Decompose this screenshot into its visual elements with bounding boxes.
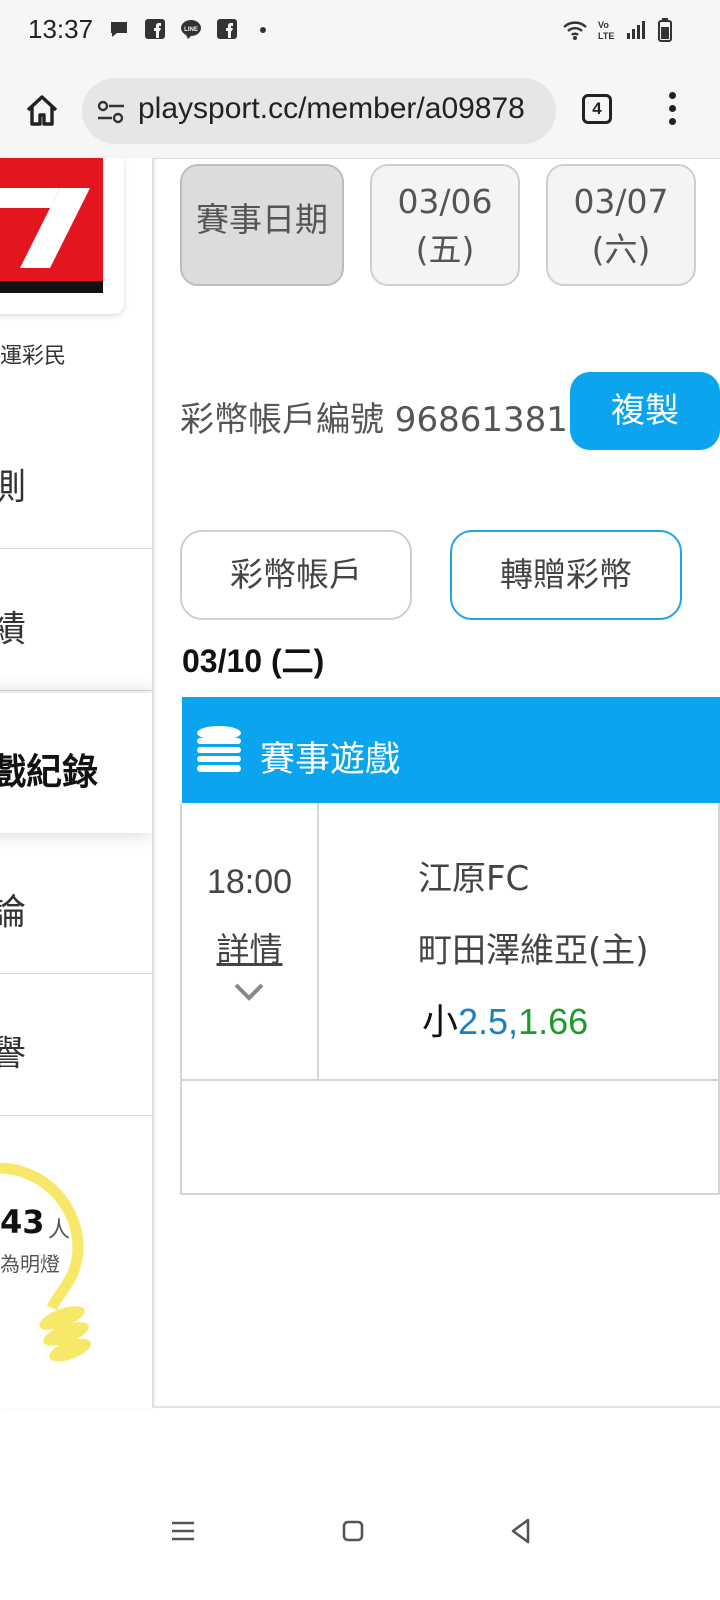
status-bar: 13:37 LINE Vo LTE xyxy=(0,0,720,64)
game-section-header: 賽事遊戲 xyxy=(182,697,720,803)
sidebar-item-record[interactable]: 績 xyxy=(0,550,152,691)
light-count: 43 xyxy=(0,1203,45,1241)
browser-address-bar: playsport.cc/member/a09878 4 xyxy=(0,64,720,159)
sidebar-item-label: 績 xyxy=(0,600,26,652)
sidebar-item-label: 戲紀錄 xyxy=(0,752,99,793)
light-count-unit: 人 xyxy=(48,1218,71,1243)
pick-side: 小 xyxy=(422,1001,459,1042)
url-text: playsport.cc/member/a09878 xyxy=(138,92,525,125)
more-menu-icon[interactable] xyxy=(666,92,678,132)
back-icon[interactable] xyxy=(504,1514,538,1548)
light-caption: 為明燈 xyxy=(0,1252,60,1276)
pick-odds: 小2.5,1.66 xyxy=(422,993,588,1045)
sidebar-item-label: 譽 xyxy=(0,1025,26,1077)
dot-icon xyxy=(260,27,266,33)
content-bottom-border xyxy=(152,1406,720,1408)
site-settings-icon[interactable] xyxy=(96,98,126,126)
sidebar: 運彩民 測 績 戲紀錄 論 譽 43 人 為明燈 xyxy=(0,158,154,1408)
date-tab-0306[interactable]: 03/06 (五) xyxy=(370,164,520,286)
wifi-icon xyxy=(563,21,587,40)
coin-stack-icon xyxy=(197,726,241,772)
table-row: 18:00 詳情 江原FC 町田澤維亞(主) 小2.5,1.66 xyxy=(182,803,720,1081)
user-avatar-card[interactable] xyxy=(0,158,124,314)
url-field[interactable]: playsport.cc/member/a09878 xyxy=(82,78,556,144)
facebook-icon xyxy=(217,19,237,39)
avatar-logo xyxy=(0,158,103,293)
chat-bubble-icon xyxy=(111,22,127,37)
svg-text:Vo: Vo xyxy=(598,20,609,30)
signal-icon xyxy=(627,21,645,39)
sidebar-item-reputation[interactable]: 譽 xyxy=(0,975,152,1116)
home-team: 町田澤維亞(主) xyxy=(418,931,649,971)
user-label: 運彩民 xyxy=(0,344,67,369)
sidebar-item-discussion[interactable]: 論 xyxy=(0,833,152,974)
home-nav-icon[interactable] xyxy=(336,1514,370,1548)
account-number: 彩幣帳戶編號 96861381 xyxy=(180,400,568,440)
sidebar-item-game-history[interactable]: 戲紀錄 xyxy=(0,693,152,833)
game-date-heading: 03/10 (二) xyxy=(182,643,325,679)
volte-icon: VoLTE xyxy=(598,20,614,41)
date-tab-text: 賽事日期 xyxy=(196,200,328,239)
pick-price: 1.66 xyxy=(518,1001,589,1042)
match-time-cell: 18:00 詳情 xyxy=(182,803,319,1079)
date-tab-date: 03/07 xyxy=(573,182,669,221)
details-link[interactable]: 詳情 xyxy=(182,923,317,971)
date-tab-weekday: (五) xyxy=(415,230,475,269)
away-team: 江原FC xyxy=(418,859,530,899)
coin-account-button[interactable]: 彩幣帳戶 xyxy=(180,530,412,620)
date-tab-weekday: (六) xyxy=(591,230,651,269)
date-tab-label[interactable]: 賽事日期 xyxy=(180,164,344,286)
sidebar-item-predict[interactable]: 測 xyxy=(0,408,152,549)
notification-icons: LINE xyxy=(108,18,274,40)
copy-button[interactable]: 複製 xyxy=(570,372,720,450)
sidebar-item-label: 測 xyxy=(0,458,26,510)
match-time: 18:00 xyxy=(206,863,293,901)
date-tab-0307[interactable]: 03/07 (六) xyxy=(546,164,696,286)
date-tab-date: 03/06 xyxy=(397,182,493,221)
status-time: 13:37 xyxy=(28,14,94,44)
facebook-icon xyxy=(145,19,165,39)
svg-text:LTE: LTE xyxy=(598,31,614,41)
svg-text:LINE: LINE xyxy=(184,27,198,33)
logo-mark-icon xyxy=(0,188,90,268)
chevron-down-icon[interactable] xyxy=(232,981,266,1003)
line-icon: LINE xyxy=(181,20,201,39)
system-nav-bar xyxy=(0,1470,720,1600)
home-icon[interactable] xyxy=(22,90,62,130)
transfer-coins-button[interactable]: 轉贈彩幣 xyxy=(450,530,682,620)
system-icons: Vo LTE xyxy=(562,18,672,42)
pick-line: 2.5, xyxy=(458,1001,519,1042)
recent-apps-icon[interactable] xyxy=(166,1514,200,1548)
tab-switcher-button[interactable]: 4 xyxy=(582,94,612,124)
battery-icon xyxy=(658,18,672,42)
sidebar-item-label: 論 xyxy=(0,883,26,935)
game-section-title: 賽事遊戲 xyxy=(260,740,401,780)
game-table: 18:00 詳情 江原FC 町田澤維亞(主) 小2.5,1.66 xyxy=(180,803,720,1195)
